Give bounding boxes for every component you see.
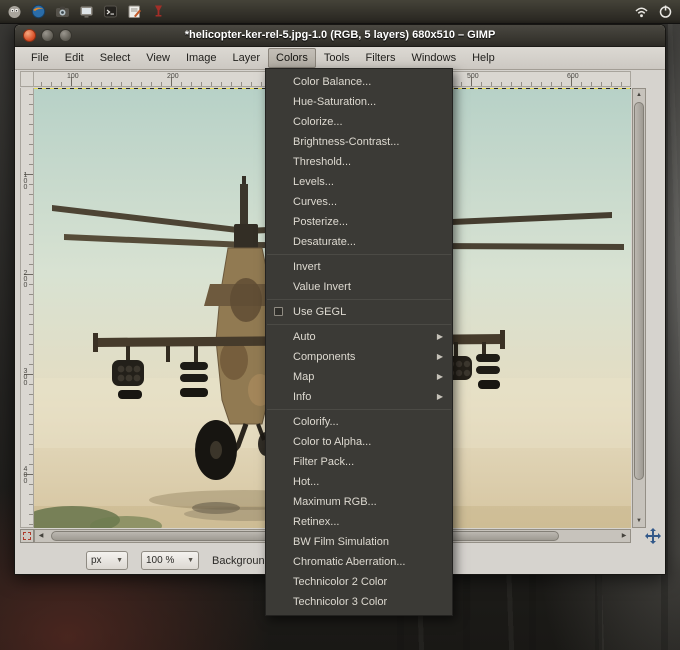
ruler-label: 200 bbox=[167, 73, 179, 80]
vertical-scrollbar[interactable]: ▲ ▼ bbox=[632, 88, 646, 528]
close-button[interactable] bbox=[23, 29, 36, 42]
minimize-button[interactable] bbox=[41, 29, 54, 42]
menu-item-threshold[interactable]: Threshold... bbox=[266, 152, 452, 172]
menu-view[interactable]: View bbox=[138, 48, 178, 68]
ruler-label: 600 bbox=[567, 73, 579, 80]
menu-item-components[interactable]: Components ▶ bbox=[266, 347, 452, 367]
gimp-icon[interactable] bbox=[6, 3, 23, 20]
menu-windows[interactable]: Windows bbox=[403, 48, 464, 68]
wifi-icon[interactable] bbox=[633, 3, 650, 20]
scroll-left-arrow[interactable]: ◀ bbox=[35, 530, 47, 542]
chevron-down-icon: ▼ bbox=[187, 557, 194, 564]
menu-help[interactable]: Help bbox=[464, 48, 503, 68]
text-editor-icon[interactable] bbox=[126, 3, 143, 20]
menu-item-retinex[interactable]: Retinex... bbox=[266, 512, 452, 532]
ruler-label: 200 bbox=[22, 270, 29, 288]
menu-separator bbox=[267, 299, 451, 300]
menu-item-hot[interactable]: Hot... bbox=[266, 472, 452, 492]
ruler-label: 300 bbox=[22, 368, 29, 386]
ruler-label: 500 bbox=[467, 73, 479, 80]
menu-item-filter-pack[interactable]: Filter Pack... bbox=[266, 452, 452, 472]
menu-item-hue-saturation[interactable]: Hue-Saturation... bbox=[266, 92, 452, 112]
unit-value: px bbox=[91, 555, 102, 566]
maximize-button[interactable] bbox=[59, 29, 72, 42]
ruler-label: 400 bbox=[22, 466, 29, 484]
vertical-ruler[interactable]: 100 200 300 400 bbox=[20, 88, 34, 528]
submenu-arrow-icon: ▶ bbox=[437, 387, 443, 407]
ruler-corner[interactable] bbox=[20, 71, 34, 87]
menu-item-brightness-contrast[interactable]: Brightness-Contrast... bbox=[266, 132, 452, 152]
menu-item-use-gegl[interactable]: Use GEGL bbox=[266, 302, 452, 322]
menu-item-color-to-alpha[interactable]: Color to Alpha... bbox=[266, 432, 452, 452]
submenu-arrow-icon: ▶ bbox=[437, 367, 443, 387]
menubar: File Edit Select View Image Layer Colors… bbox=[15, 47, 665, 70]
menu-image[interactable]: Image bbox=[178, 48, 225, 68]
pan-view-button[interactable] bbox=[645, 528, 661, 544]
menu-item-desaturate[interactable]: Desaturate... bbox=[266, 232, 452, 252]
menu-item-posterize[interactable]: Posterize... bbox=[266, 212, 452, 232]
move-cross-icon bbox=[645, 528, 661, 544]
menu-item-map[interactable]: Map ▶ bbox=[266, 367, 452, 387]
checkbox-icon bbox=[274, 307, 283, 316]
menu-colors[interactable]: Colors bbox=[268, 48, 316, 68]
menu-item-technicolor-2-color[interactable]: Technicolor 2 Color bbox=[266, 572, 452, 592]
submenu-arrow-icon: ▶ bbox=[437, 327, 443, 347]
menu-layer[interactable]: Layer bbox=[225, 48, 269, 68]
scroll-down-arrow[interactable]: ▼ bbox=[633, 515, 645, 527]
menu-tools[interactable]: Tools bbox=[316, 48, 358, 68]
menu-item-chromatic-aberration[interactable]: Chromatic Aberration... bbox=[266, 552, 452, 572]
window-title: *helicopter-ker-rel-5.jpg-1.0 (RGB, 5 la… bbox=[15, 25, 665, 46]
scroll-up-arrow[interactable]: ▲ bbox=[633, 89, 645, 101]
submenu-arrow-icon: ▶ bbox=[437, 347, 443, 367]
power-icon[interactable] bbox=[657, 3, 674, 20]
quickmask-toggle[interactable] bbox=[20, 529, 34, 543]
menu-separator bbox=[267, 254, 451, 255]
menu-item-value-invert[interactable]: Value Invert bbox=[266, 277, 452, 297]
status-message: Backgroun bbox=[212, 555, 265, 567]
menu-select[interactable]: Select bbox=[92, 48, 139, 68]
launcher-area bbox=[6, 3, 167, 20]
colors-menu: Color Balance... Hue-Saturation... Color… bbox=[265, 68, 453, 616]
top-panel bbox=[0, 0, 680, 24]
menu-file[interactable]: File bbox=[23, 48, 57, 68]
browser-icon[interactable] bbox=[30, 3, 47, 20]
wine-icon[interactable] bbox=[150, 3, 167, 20]
menu-item-maximum-rgb[interactable]: Maximum RGB... bbox=[266, 492, 452, 512]
menu-item-colorify[interactable]: Colorify... bbox=[266, 412, 452, 432]
terminal-icon[interactable] bbox=[102, 3, 119, 20]
zoom-select[interactable]: 100 % ▼ bbox=[141, 551, 199, 570]
menu-item-curves[interactable]: Curves... bbox=[266, 192, 452, 212]
system-tray bbox=[633, 3, 674, 20]
unit-select[interactable]: px ▼ bbox=[86, 551, 128, 570]
chevron-down-icon: ▼ bbox=[116, 557, 123, 564]
menu-item-auto[interactable]: Auto ▶ bbox=[266, 327, 452, 347]
menu-item-invert[interactable]: Invert bbox=[266, 257, 452, 277]
vertical-scroll-thumb[interactable] bbox=[634, 102, 644, 480]
menu-item-colorize[interactable]: Colorize... bbox=[266, 112, 452, 132]
ruler-label: 100 bbox=[67, 73, 79, 80]
titlebar[interactable]: *helicopter-ker-rel-5.jpg-1.0 (RGB, 5 la… bbox=[15, 25, 665, 47]
menu-item-technicolor-3-color[interactable]: Technicolor 3 Color bbox=[266, 592, 452, 612]
ruler-label: 100 bbox=[22, 172, 29, 190]
menu-item-color-balance[interactable]: Color Balance... bbox=[266, 72, 452, 92]
scroll-right-arrow[interactable]: ▶ bbox=[618, 530, 630, 542]
menu-item-bw-film-simulation[interactable]: BW Film Simulation bbox=[266, 532, 452, 552]
zoom-value: 100 % bbox=[146, 555, 174, 566]
menu-item-levels[interactable]: Levels... bbox=[266, 172, 452, 192]
screenshot-icon[interactable] bbox=[78, 3, 95, 20]
camera-icon[interactable] bbox=[54, 3, 71, 20]
menu-separator bbox=[267, 409, 451, 410]
menu-separator bbox=[267, 324, 451, 325]
menu-edit[interactable]: Edit bbox=[57, 48, 92, 68]
menu-item-info[interactable]: Info ▶ bbox=[266, 387, 452, 407]
menu-filters[interactable]: Filters bbox=[358, 48, 404, 68]
